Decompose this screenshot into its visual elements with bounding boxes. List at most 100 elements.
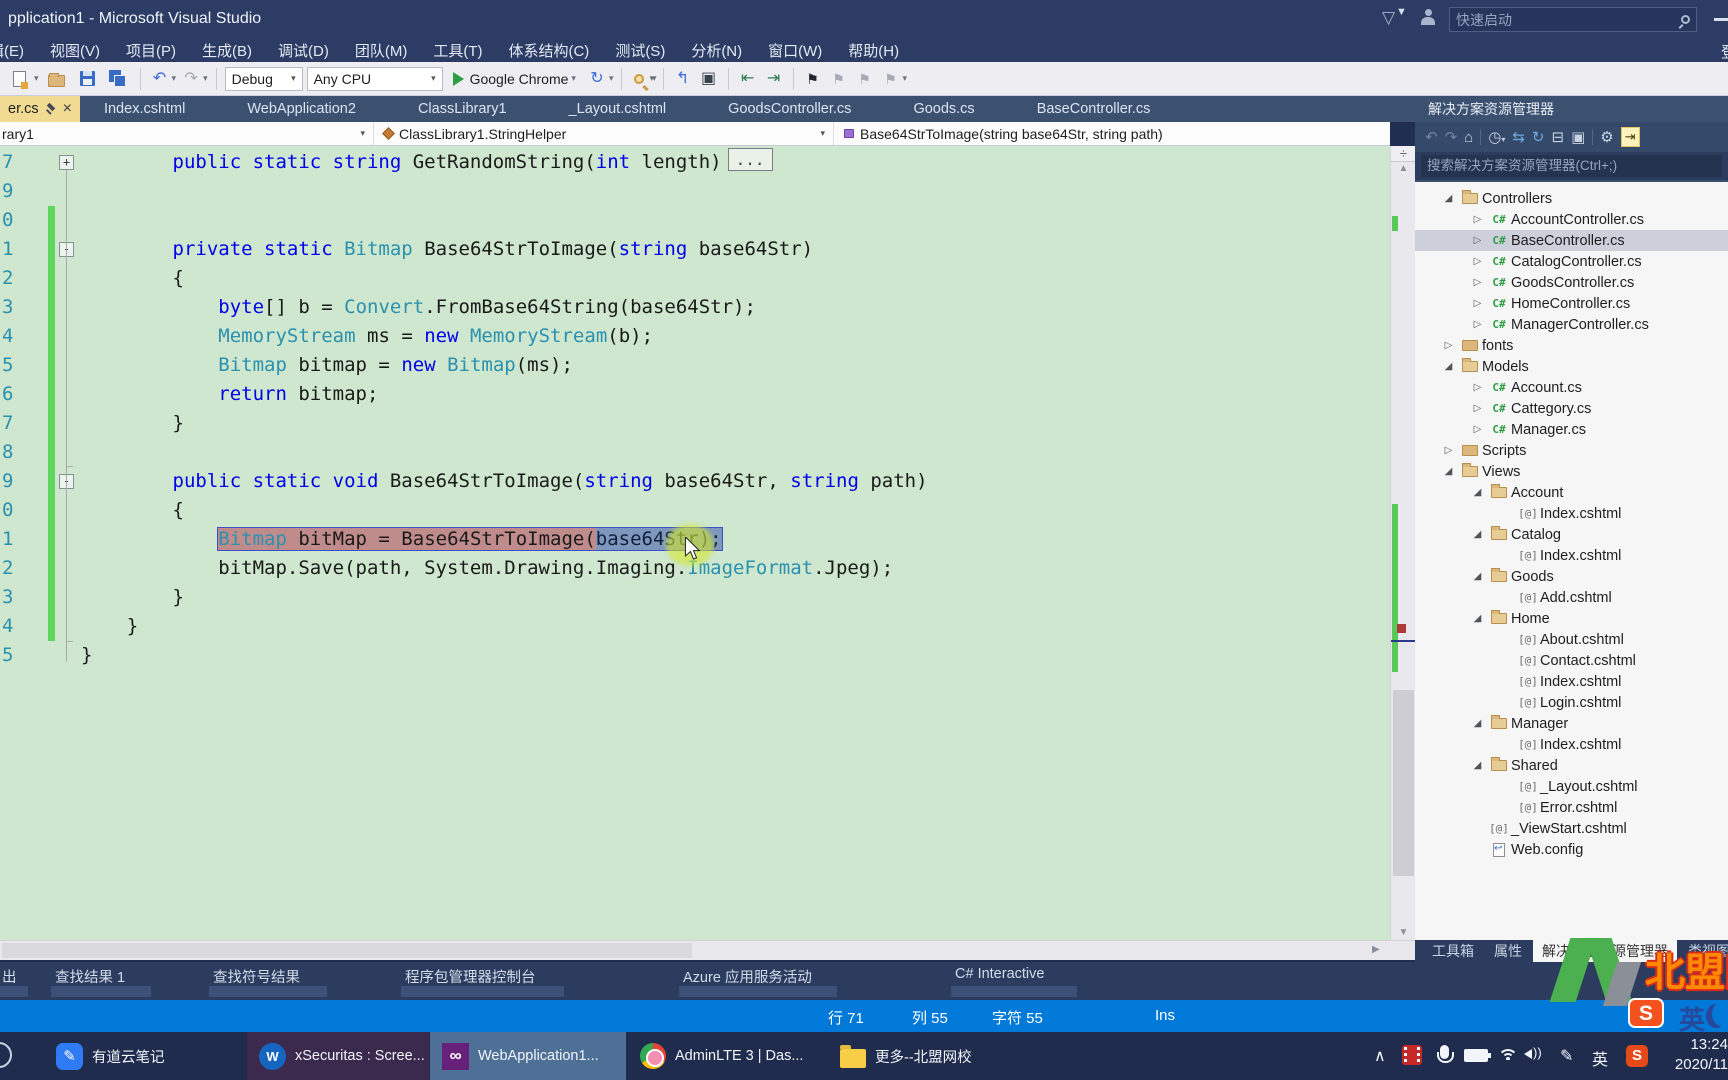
output-panel-tab[interactable]: 出: [2, 966, 17, 987]
tree-item[interactable]: ▷C#BaseController.cs: [1415, 230, 1728, 251]
pin-icon[interactable]: [46, 103, 56, 115]
member-dropdown[interactable]: Base64StrToImage(string base64Str, strin…: [834, 122, 1390, 145]
toggle-bookmark-icon[interactable]: ⚑: [802, 68, 824, 90]
doc-tab[interactable]: ClassLibrary1: [404, 96, 521, 122]
solution-search-input[interactable]: 搜索解决方案资源管理器(Ctrl+;): [1421, 155, 1722, 177]
tree-expand-icon[interactable]: ◢: [1468, 487, 1487, 498]
save-icon[interactable]: [74, 65, 101, 92]
taskbar-app-youdao[interactable]: ✎有道云笔记: [44, 1032, 246, 1080]
show-all-files-icon[interactable]: ▣: [1571, 128, 1585, 146]
doc-tab[interactable]: er.cs×: [0, 96, 80, 122]
type-dropdown[interactable]: ClassLibrary1.StringHelper▾: [374, 122, 834, 145]
doc-tab[interactable]: GoodsController.cs: [714, 96, 865, 122]
tree-item[interactable]: ◢Catalog: [1415, 524, 1728, 545]
code-line[interactable]: 5 Bitmap bitmap = new Bitmap(ms);: [0, 351, 1390, 380]
tree-expand-icon[interactable]: ◢: [1468, 718, 1487, 729]
tree-item[interactable]: ◢Account: [1415, 482, 1728, 503]
code-line[interactable]: 0: [0, 206, 1390, 235]
tree-expand-icon[interactable]: ◢: [1468, 760, 1487, 771]
tree-expand-icon[interactable]: ▷: [1468, 235, 1487, 246]
code-line[interactable]: 4 MemoryStream ms = new MemoryStream(b);: [0, 322, 1390, 351]
input-language-indicator[interactable]: 英: [1592, 1046, 1608, 1070]
screen-recorder-icon[interactable]: [1402, 1045, 1422, 1065]
menu-item[interactable]: 工具(T): [420, 40, 495, 61]
pending-changes-filter-icon[interactable]: ◷▾: [1488, 128, 1505, 146]
tree-expand-icon[interactable]: ◢: [1468, 613, 1487, 624]
doc-tab[interactable]: _Layout.cshtml: [555, 96, 681, 122]
tree-item[interactable]: ▷C#CatalogController.cs: [1415, 251, 1728, 272]
tree-expand-icon[interactable]: ◢: [1468, 529, 1487, 540]
code-line[interactable]: 9- public static void Base64StrToImage(s…: [0, 467, 1390, 496]
tree-item[interactable]: [@]Contact.cshtml: [1415, 650, 1728, 671]
collapse-all-icon[interactable]: ⊟: [1551, 128, 1564, 146]
tree-item[interactable]: ◢Controllers: [1415, 188, 1728, 209]
tree-expand-icon[interactable]: ▷: [1468, 424, 1487, 435]
editor-vertical-scrollbar[interactable]: ÷ ▲ ▼: [1390, 146, 1415, 940]
menu-item[interactable]: 生成(B): [189, 40, 265, 61]
microphone-icon[interactable]: [1440, 1045, 1449, 1059]
scroll-down-icon[interactable]: ▼: [1391, 927, 1416, 938]
properties-wrench-icon[interactable]: ⚙: [1600, 128, 1613, 146]
scroll-right-icon[interactable]: ▶: [1372, 944, 1380, 955]
taskbar-app-folder[interactable]: 更多--北盟网校: [827, 1032, 1030, 1080]
tree-expand-icon[interactable]: ▷: [1468, 256, 1487, 267]
menu-item[interactable]: 视图(V): [37, 40, 113, 61]
editor-splitter-handle[interactable]: ÷: [1391, 146, 1416, 162]
tree-item[interactable]: Web.config: [1415, 839, 1728, 860]
undo-icon[interactable]: ↶: [149, 68, 171, 90]
start-button-partial[interactable]: [0, 1042, 12, 1068]
close-icon[interactable]: ×: [63, 102, 72, 116]
next-bookmark-icon[interactable]: ⚑: [854, 68, 876, 90]
tray-expand-icon[interactable]: ∧: [1374, 1046, 1386, 1066]
tree-item[interactable]: ◢Models: [1415, 356, 1728, 377]
tree-item[interactable]: [@]About.cshtml: [1415, 629, 1728, 650]
tree-item[interactable]: [@]_ViewStart.cshtml: [1415, 818, 1728, 839]
menu-item[interactable]: 调试(D): [265, 40, 342, 61]
configuration-dropdown[interactable]: Debug▾: [225, 67, 303, 91]
menu-item[interactable]: 帮助(H): [835, 40, 912, 61]
tree-item[interactable]: ▷fonts: [1415, 335, 1728, 356]
find-in-files-icon[interactable]: [634, 74, 644, 84]
feedback-person-icon[interactable]: [1420, 12, 1436, 26]
tree-expand-icon[interactable]: ▷: [1468, 403, 1487, 414]
tree-item[interactable]: [@]Index.cshtml: [1415, 503, 1728, 524]
menu-item[interactable]: 辑(E): [0, 40, 37, 61]
tree-item[interactable]: ◢Goods: [1415, 566, 1728, 587]
tree-expand-icon[interactable]: ▷: [1468, 277, 1487, 288]
tree-item[interactable]: [@]Index.cshtml: [1415, 671, 1728, 692]
menu-item[interactable]: 体系结构(C): [495, 40, 602, 61]
tree-item[interactable]: ▷C#ManagerController.cs: [1415, 314, 1728, 335]
tree-item[interactable]: ▷C#Account.cs: [1415, 377, 1728, 398]
tree-expand-icon[interactable]: ▷: [1468, 214, 1487, 225]
tray-app-badge[interactable]: S: [1626, 1045, 1648, 1067]
tree-expand-icon[interactable]: ▷: [1468, 319, 1487, 330]
code-line[interactable]: 8: [0, 438, 1390, 467]
fold-toggle-icon[interactable]: +: [59, 155, 74, 170]
battery-icon[interactable]: [1464, 1049, 1488, 1062]
tree-item[interactable]: ▷C#GoodsController.cs: [1415, 272, 1728, 293]
vertical-scroll-thumb[interactable]: [1393, 690, 1414, 876]
pen-icon[interactable]: ✎: [1560, 1046, 1573, 1066]
code-line[interactable]: 5}: [0, 641, 1390, 670]
tree-item[interactable]: [@]Add.cshtml: [1415, 587, 1728, 608]
tree-item[interactable]: ▷Scripts: [1415, 440, 1728, 461]
wifi-icon[interactable]: [1498, 1049, 1518, 1060]
forward-icon[interactable]: ↷: [1445, 128, 1458, 146]
tree-item[interactable]: ▷C#Cattegory.cs: [1415, 398, 1728, 419]
tree-item[interactable]: ▷C#HomeController.cs: [1415, 293, 1728, 314]
home-icon[interactable]: ⌂: [1464, 129, 1473, 146]
tree-expand-icon[interactable]: ◢: [1468, 571, 1487, 582]
new-item-icon[interactable]: [6, 65, 33, 92]
tree-item[interactable]: ◢Home: [1415, 608, 1728, 629]
doc-tab[interactable]: BaseController.cs: [1023, 96, 1165, 122]
refresh-icon[interactable]: ↻: [1532, 128, 1545, 146]
navigate-back-icon[interactable]: ↰: [672, 68, 694, 90]
tree-item[interactable]: ▷C#AccountController.cs: [1415, 209, 1728, 230]
code-line[interactable]: 7+ public static string GetRandomString(…: [0, 148, 1390, 177]
code-line[interactable]: 9: [0, 177, 1390, 206]
tree-expand-icon[interactable]: ◢: [1439, 466, 1458, 477]
back-icon[interactable]: ↶: [1425, 128, 1438, 146]
tree-item[interactable]: ◢Shared: [1415, 755, 1728, 776]
project-dropdown[interactable]: rary1▾: [0, 122, 374, 145]
volume-icon[interactable]: )): [1524, 1047, 1544, 1061]
